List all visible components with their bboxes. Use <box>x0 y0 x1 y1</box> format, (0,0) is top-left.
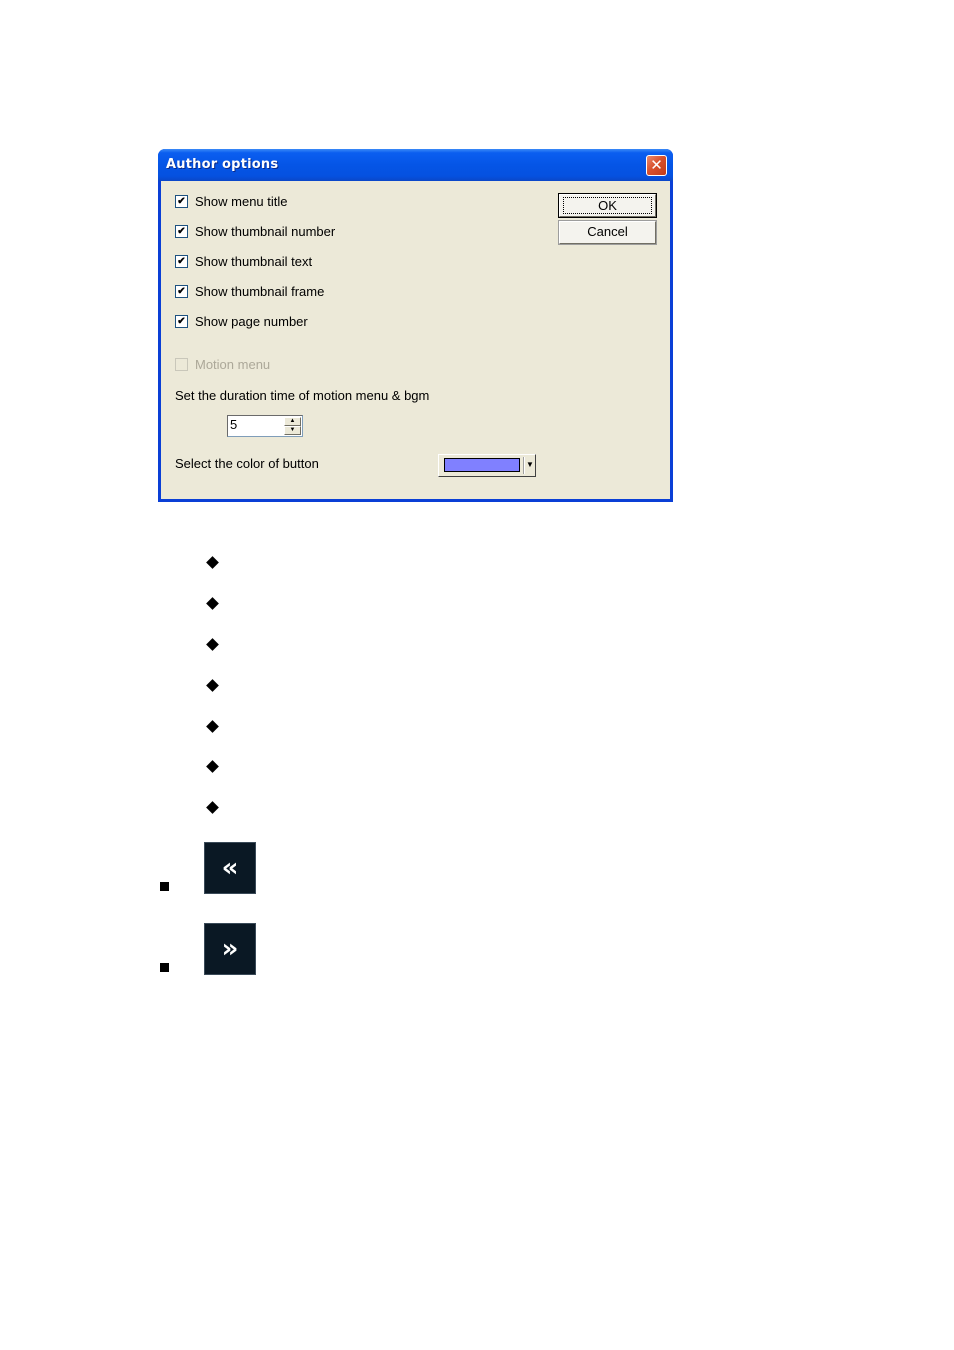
cancel-button-label: Cancel <box>587 224 628 239</box>
diamond-bullet <box>206 597 219 610</box>
double-chevron-right-icon: » <box>221 934 239 964</box>
arrow-down-icon: ▼ <box>289 427 296 433</box>
duration-label: Set the duration time of motion menu & b… <box>175 388 430 403</box>
dropdown-separator <box>523 457 525 474</box>
checkbox-show-thumbnail-number[interactable]: ✔ Show thumbnail number <box>175 223 335 239</box>
spin-up-button[interactable]: ▲ <box>284 417 301 426</box>
diamond-bullet <box>206 638 219 651</box>
chevron-down-icon[interactable]: ▼ <box>526 458 534 472</box>
dialog-titlebar[interactable]: Author options ✕ <box>158 149 673 181</box>
checkbox-box[interactable]: ✔ <box>175 284 188 298</box>
square-bullet <box>160 882 169 891</box>
button-color-dropdown[interactable]: ▼ <box>438 454 536 477</box>
cancel-button[interactable]: Cancel <box>558 220 657 245</box>
dialog-client-area: ✔ Show menu title ✔ Show thumbnail numbe… <box>161 181 670 499</box>
diamond-bullet <box>206 801 219 814</box>
checkbox-box[interactable]: ✔ <box>175 194 188 208</box>
dialog-title: Author options <box>166 157 279 172</box>
diamond-bullet <box>206 720 219 733</box>
checkbox-show-thumbnail-text[interactable]: ✔ Show thumbnail text <box>175 253 312 269</box>
checkbox-show-page-number[interactable]: ✔ Show page number <box>175 313 308 329</box>
checkbox-box[interactable]: ✔ <box>175 314 188 328</box>
diamond-bullet <box>206 556 219 569</box>
checkbox-label: Show thumbnail text <box>195 253 313 269</box>
diamond-bullet <box>206 679 219 692</box>
checkbox-show-thumbnail-frame[interactable]: ✔ Show thumbnail frame <box>175 283 324 299</box>
checkbox-label: Show menu title <box>195 193 288 209</box>
close-button[interactable]: ✕ <box>646 155 667 176</box>
checkbox-label: Show thumbnail number <box>195 223 336 239</box>
author-options-dialog: Author options ✕ ✔ Show menu title ✔ Sho… <box>158 149 673 502</box>
spin-down-button[interactable]: ▼ <box>284 426 301 435</box>
diamond-bullet <box>206 760 219 773</box>
checkbox-box[interactable]: ✔ <box>175 224 188 238</box>
next-page-button[interactable]: » <box>204 923 256 975</box>
checkbox-box[interactable]: ✔ <box>175 254 188 268</box>
duration-input[interactable]: 5 <box>230 417 237 432</box>
duration-spinbox[interactable]: 5 ▲ ▼ <box>227 415 303 437</box>
square-bullet <box>160 963 169 972</box>
color-label: Select the color of button <box>175 456 319 471</box>
spin-buttons: ▲ ▼ <box>284 417 301 435</box>
checkbox-label: Show thumbnail frame <box>195 283 325 299</box>
double-chevron-left-icon: « <box>221 853 239 883</box>
checkbox-label: Motion menu <box>195 356 271 372</box>
ok-button-label: OK <box>563 197 652 214</box>
arrow-up-icon: ▲ <box>289 418 296 424</box>
checkbox-show-menu-title[interactable]: ✔ Show menu title <box>175 193 288 209</box>
checkbox-box-disabled <box>175 357 188 371</box>
checkbox-motion-menu: Motion menu <box>175 356 270 372</box>
color-swatch <box>444 458 520 472</box>
ok-button[interactable]: OK <box>558 193 657 218</box>
close-icon: ✕ <box>650 156 663 174</box>
previous-page-button[interactable]: « <box>204 842 256 894</box>
checkbox-label: Show page number <box>195 313 308 329</box>
